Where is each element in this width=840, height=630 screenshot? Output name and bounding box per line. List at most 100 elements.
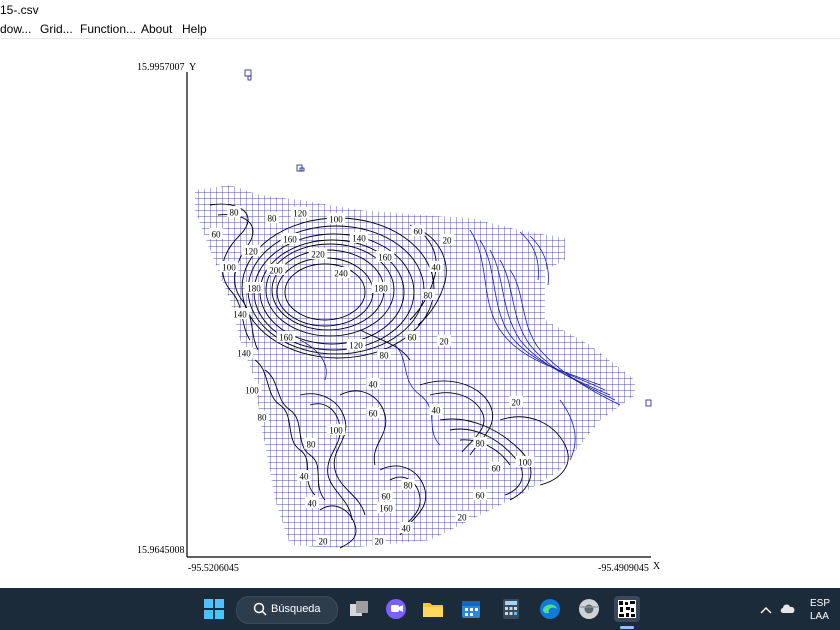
svg-text:240: 240 <box>334 269 348 279</box>
calculator-icon[interactable] <box>498 596 524 622</box>
y-min-label: 15.9645008 <box>137 545 185 556</box>
contour-label: 20 <box>440 234 454 246</box>
contour-label: 140 <box>234 347 254 359</box>
svg-text:80: 80 <box>307 440 317 450</box>
svg-text:220: 220 <box>311 250 325 260</box>
svg-text:80: 80 <box>230 208 240 218</box>
svg-text:60: 60 <box>476 491 486 501</box>
contour-label: 40 <box>429 261 443 273</box>
cloud-icon[interactable] <box>779 601 797 619</box>
task-view-icon[interactable] <box>346 596 372 622</box>
contour-label: 40 <box>366 378 380 390</box>
contour-label: 60 <box>405 331 419 343</box>
contour-plot[interactable]: 15.9957007 Y 15.9645008 -95.5206045 -95.… <box>0 38 840 588</box>
window-title: 15-.csv <box>0 3 39 17</box>
chat-icon[interactable] <box>383 596 409 622</box>
svg-text:80: 80 <box>268 214 278 224</box>
svg-text:40: 40 <box>432 263 442 273</box>
file-explorer-icon[interactable] <box>420 596 446 622</box>
svg-text:40: 40 <box>432 406 442 416</box>
svg-text:160: 160 <box>279 333 293 343</box>
menu-bar: dow... Grid... Function... About Help <box>0 20 840 39</box>
language-indicator-top[interactable]: ESP <box>810 598 830 609</box>
search-label: Búsqueda <box>271 603 321 615</box>
edge-icon[interactable] <box>537 596 563 622</box>
contour-label: 180 <box>244 282 264 294</box>
menu-about[interactable]: About <box>141 22 172 36</box>
menu-window[interactable]: dow... <box>0 22 31 36</box>
contour-label: 20 <box>372 535 386 547</box>
contour-label: 120 <box>346 339 366 351</box>
contour-label: 20 <box>316 535 330 547</box>
title-bar: 15-.csv <box>0 0 840 20</box>
contour-label: 140 <box>349 232 369 244</box>
contour-label: 80 <box>265 212 279 224</box>
contour-label: 80 <box>473 437 487 449</box>
svg-text:100: 100 <box>329 215 343 225</box>
y-axis-letter: Y <box>189 62 196 73</box>
calendar-icon[interactable] <box>458 596 484 622</box>
svg-text:100: 100 <box>222 263 236 273</box>
contour-label: 120 <box>241 245 261 257</box>
contour-label: 60 <box>489 462 503 474</box>
taskbar-search[interactable]: Búsqueda <box>236 596 338 624</box>
svg-text:20: 20 <box>375 537 385 547</box>
svg-text:160: 160 <box>379 504 393 514</box>
svg-text:60: 60 <box>408 333 418 343</box>
windows-start-icon[interactable] <box>201 596 227 622</box>
svg-text:140: 140 <box>233 310 247 320</box>
contour-label: 100 <box>326 213 346 225</box>
svg-text:80: 80 <box>476 439 486 449</box>
contour-label: 120 <box>290 207 310 219</box>
x-min-label: -95.5206045 <box>188 563 239 574</box>
language-indicator-bottom[interactable]: LAA <box>810 611 829 622</box>
contour-label: 160 <box>376 502 396 514</box>
contour-label: 20 <box>455 511 469 523</box>
menu-help[interactable]: Help <box>182 22 207 36</box>
contour-label: 80 <box>401 479 415 491</box>
contour-label: 60 <box>473 489 487 501</box>
svg-text:20: 20 <box>512 398 522 408</box>
contour-label: 100 <box>515 456 535 468</box>
chevron-up-icon[interactable] <box>760 602 772 620</box>
contour-label: 40 <box>399 522 413 534</box>
contour-label: 100 <box>242 384 262 396</box>
contour-label: 160 <box>276 331 296 343</box>
taskbar: Búsqueda ESP LAA <box>0 588 840 630</box>
contour-label: 80 <box>255 411 269 423</box>
chrome-icon[interactable] <box>576 596 602 622</box>
contour-label: 60 <box>411 225 425 237</box>
svg-text:120: 120 <box>349 341 363 351</box>
svg-text:100: 100 <box>245 386 259 396</box>
contour-label: 20 <box>437 335 451 347</box>
svg-text:60: 60 <box>492 464 502 474</box>
contour-label: 100 <box>219 261 239 273</box>
svg-text:40: 40 <box>300 472 310 482</box>
menu-function[interactable]: Function... <box>80 22 136 36</box>
svg-text:120: 120 <box>244 247 258 257</box>
menu-grid[interactable]: Grid... <box>40 22 73 36</box>
svg-text:200: 200 <box>269 266 283 276</box>
contour-label: 200 <box>266 264 286 276</box>
contour-label: 160 <box>280 233 300 245</box>
svg-text:40: 40 <box>369 380 379 390</box>
contour-label: 80 <box>304 438 318 450</box>
y-max-label: 15.9957007 <box>137 62 185 73</box>
x-max-label: -95.4909045 <box>598 563 649 574</box>
svg-text:20: 20 <box>443 236 453 246</box>
contour-label: 240 <box>331 267 351 279</box>
svg-text:160: 160 <box>378 253 392 263</box>
svg-text:100: 100 <box>329 426 343 436</box>
surfer-app-icon[interactable] <box>614 596 640 622</box>
svg-text:80: 80 <box>424 291 434 301</box>
svg-text:80: 80 <box>404 481 414 491</box>
svg-text:20: 20 <box>440 337 450 347</box>
contour-label: 80 <box>227 206 241 218</box>
svg-text:100: 100 <box>518 458 532 468</box>
svg-text:40: 40 <box>402 524 412 534</box>
contour-label: 60 <box>366 407 380 419</box>
contour-label: 100 <box>326 424 346 436</box>
contour-label: 40 <box>297 470 311 482</box>
contour-label: 20 <box>509 396 523 408</box>
svg-text:60: 60 <box>382 492 392 502</box>
